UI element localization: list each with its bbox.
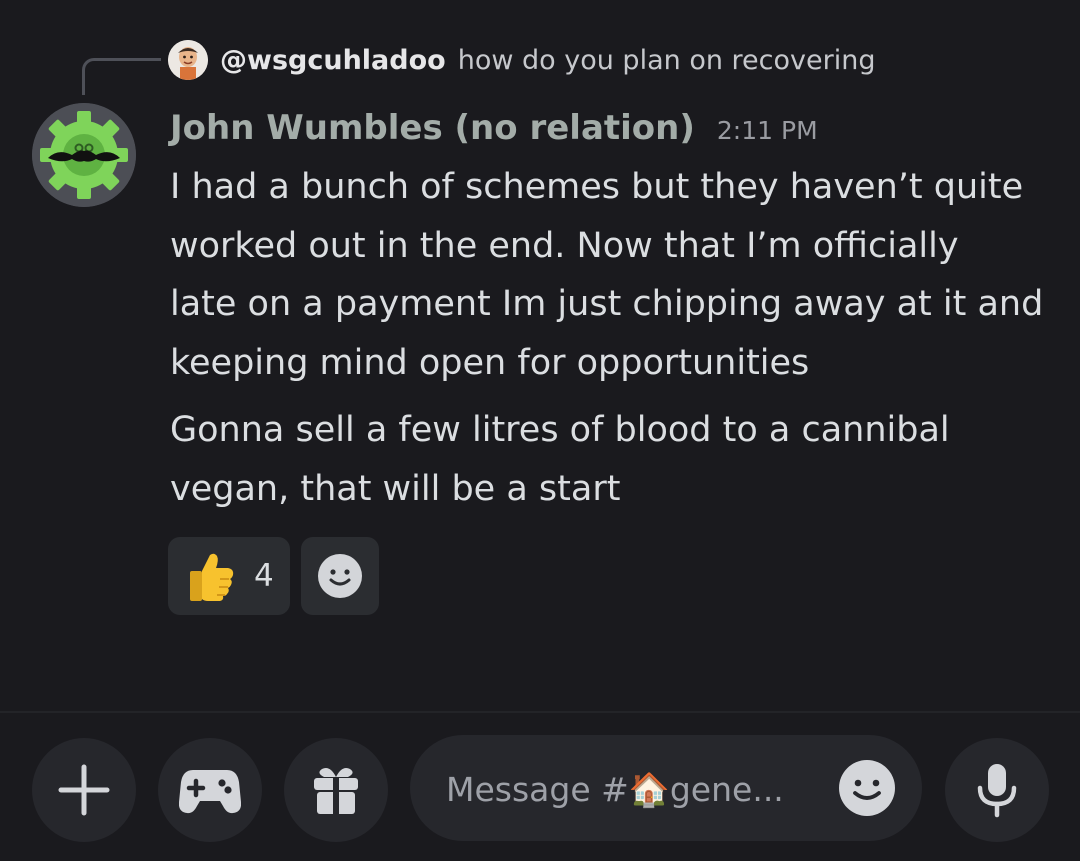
smiley-icon [839,760,895,816]
voice-message-button[interactable] [945,738,1049,842]
microphone-icon [977,764,1017,818]
add-attachment-button[interactable] [32,738,136,842]
reply-preview[interactable]: @wsgcuhladoo how do you plan on recoveri… [168,38,875,82]
reaction-thumbs-up[interactable]: 4 [168,537,290,615]
divider [0,711,1080,713]
activities-button[interactable] [158,738,262,842]
message-timestamp: 2:11 PM [716,116,818,145]
message-input[interactable] [444,763,820,815]
thumbs-up-icon [184,549,238,603]
reaction-count: 4 [254,558,274,594]
gift-button[interactable] [284,738,388,842]
message-composer[interactable] [410,735,922,841]
reply-connector-line [82,58,161,95]
message-text: Gonna sell a few litres of blood to a ca… [170,410,950,509]
emoji-picker-button[interactable] [838,759,896,817]
author-name[interactable]: John Wumbles (no relation) [170,108,695,148]
plus-icon [58,764,110,816]
author-avatar[interactable] [32,103,136,207]
message-header: John Wumbles (no relation) 2:11 PM [170,108,818,148]
message-text: I had a bunch of schemes but they haven’… [170,167,1044,383]
add-reaction-button[interactable] [301,537,379,615]
reply-avatar [168,40,208,80]
gift-icon [314,768,358,814]
reply-text: how do you plan on recovering [457,44,876,76]
gamepad-icon [179,770,241,814]
smiley-icon [318,554,362,598]
reply-username[interactable]: @wsgcuhladoo [220,45,446,76]
